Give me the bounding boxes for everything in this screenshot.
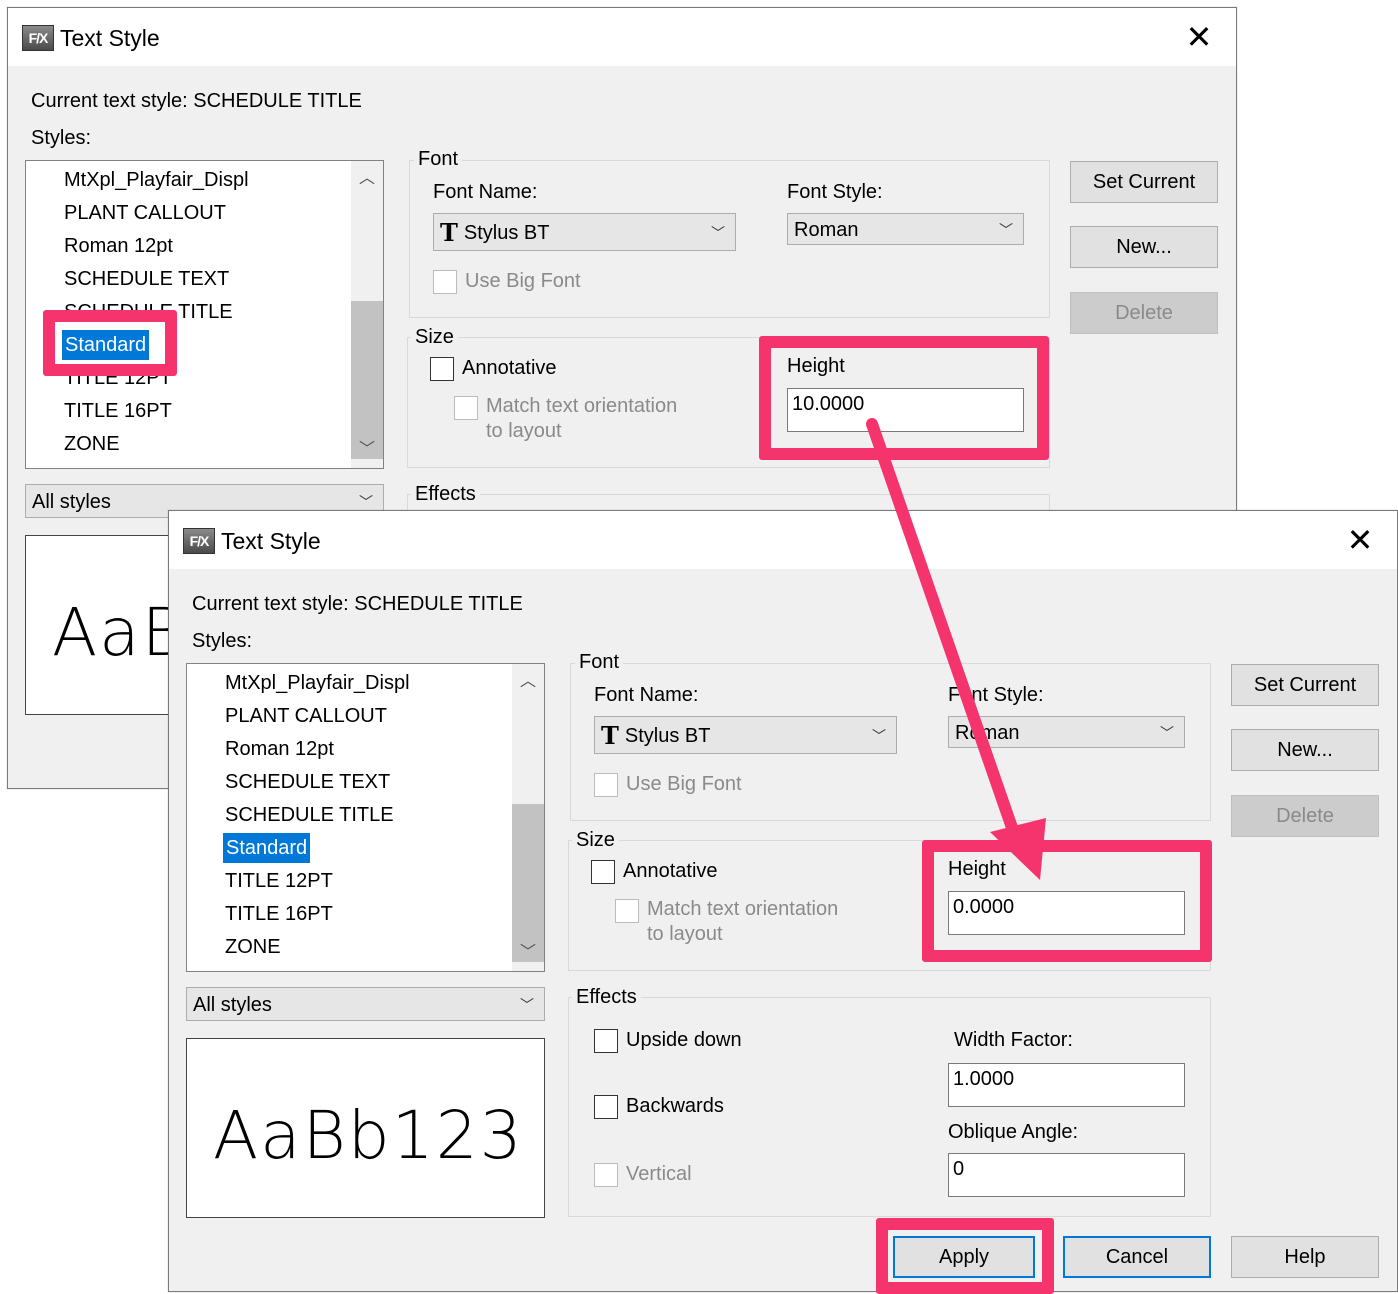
arrow-head [990,818,1046,880]
arrow-annotation [866,418,1046,880]
arrow-shaft [866,418,1024,851]
